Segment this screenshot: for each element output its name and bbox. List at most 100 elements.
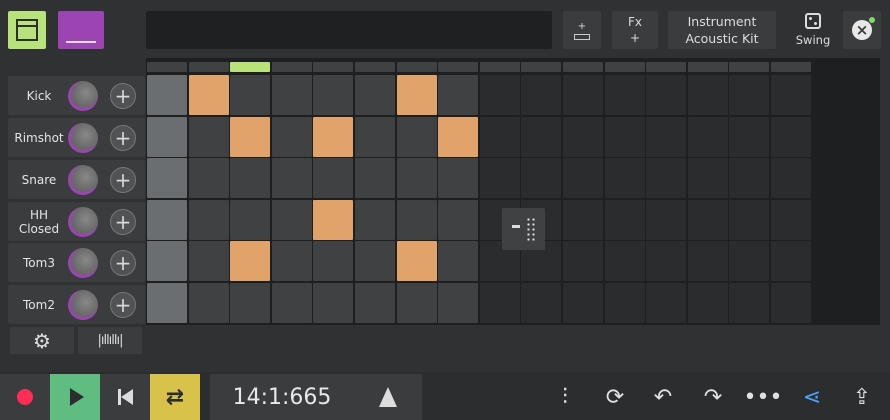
step-cell[interactable] — [355, 283, 395, 323]
step-cell[interactable] — [355, 199, 395, 240]
step-cell[interactable] — [396, 241, 437, 282]
step-cell[interactable] — [396, 116, 437, 157]
step-cell[interactable] — [687, 199, 728, 240]
beat-grid-popup[interactable] — [502, 208, 545, 250]
step-cell[interactable] — [396, 199, 437, 240]
step-header-9[interactable] — [479, 62, 520, 72]
step-cell[interactable] — [438, 116, 479, 157]
loop-button[interactable]: ⇄ — [150, 374, 200, 420]
volume-knob[interactable] — [68, 165, 98, 195]
metronome-button[interactable] — [354, 374, 422, 420]
step-cell[interactable] — [396, 283, 437, 323]
instrument-selector-button[interactable]: Instrument Acoustic Kit — [668, 11, 776, 49]
step-cell[interactable] — [771, 116, 811, 157]
step-header-12[interactable] — [604, 62, 645, 72]
track-name[interactable]: Tom2 — [10, 285, 68, 324]
track-name[interactable]: HH Closed — [10, 202, 68, 241]
track-name[interactable]: Snare — [10, 160, 68, 199]
step-cell[interactable] — [687, 241, 728, 282]
step-cell[interactable] — [147, 75, 187, 115]
fx-button[interactable]: Fx + — [612, 11, 658, 49]
step-cell[interactable] — [230, 75, 271, 115]
step-cell[interactable] — [646, 75, 687, 115]
step-cell[interactable] — [771, 158, 811, 199]
swing-button[interactable]: Swing — [790, 11, 836, 49]
step-cell[interactable] — [604, 241, 645, 282]
step-cell[interactable] — [271, 116, 312, 157]
step-header-6[interactable] — [355, 62, 395, 72]
step-cell[interactable] — [313, 199, 354, 240]
redo-button[interactable]: ↷ — [693, 374, 733, 420]
settings-button[interactable]: ⚙ — [10, 327, 74, 354]
step-header-16[interactable] — [771, 62, 811, 72]
step-cell[interactable] — [687, 75, 728, 115]
add-circle-icon[interactable]: + — [110, 292, 136, 318]
step-cell[interactable] — [147, 241, 187, 282]
mixer-button[interactable]: ⫶ — [545, 374, 585, 420]
step-header-4[interactable] — [271, 62, 312, 72]
step-cell[interactable] — [438, 158, 479, 199]
step-cell[interactable] — [230, 199, 271, 240]
step-cell[interactable] — [230, 116, 271, 157]
step-cell[interactable] — [729, 116, 770, 157]
step-cell[interactable] — [646, 116, 687, 157]
add-circle-icon[interactable]: + — [110, 250, 136, 276]
step-cell[interactable] — [147, 116, 187, 157]
step-cell[interactable] — [771, 75, 811, 115]
step-header-2[interactable] — [188, 62, 229, 72]
step-sequencer-grid[interactable] — [146, 58, 880, 325]
track-row-snare[interactable]: Snare + — [8, 160, 145, 199]
step-cell[interactable] — [188, 199, 229, 240]
record-button[interactable] — [0, 374, 50, 420]
pattern-name-field[interactable] — [146, 11, 552, 49]
step-cell[interactable] — [188, 75, 229, 115]
track-name[interactable]: Kick — [10, 76, 68, 115]
step-cell[interactable] — [271, 199, 312, 240]
track-name[interactable]: Rimshot — [10, 118, 68, 157]
step-header-15[interactable] — [729, 62, 770, 72]
step-cell[interactable] — [188, 116, 229, 157]
track-row-tom3[interactable]: Tom3 + — [8, 243, 145, 282]
step-cell[interactable] — [687, 158, 728, 199]
volume-knob[interactable] — [68, 248, 98, 278]
waveform-button[interactable]: |ıllıllı| — [78, 327, 142, 354]
track-row-kick[interactable]: Kick + — [8, 76, 145, 115]
step-cell[interactable] — [521, 116, 562, 157]
step-header-13[interactable] — [646, 62, 687, 72]
step-cell[interactable] — [521, 75, 562, 115]
step-header-8[interactable] — [438, 62, 479, 72]
step-cell[interactable] — [729, 241, 770, 282]
step-cell[interactable] — [479, 116, 520, 157]
step-cell[interactable] — [355, 241, 395, 282]
step-cell[interactable] — [771, 199, 811, 240]
step-cell[interactable] — [271, 158, 312, 199]
step-cell[interactable] — [604, 116, 645, 157]
step-cell[interactable] — [729, 199, 770, 240]
step-cell[interactable] — [604, 199, 645, 240]
step-cell[interactable] — [687, 283, 728, 323]
track-color-swatch[interactable] — [58, 11, 104, 49]
step-cell[interactable] — [521, 283, 562, 323]
step-cell[interactable] — [604, 283, 645, 323]
step-cell[interactable] — [646, 241, 687, 282]
step-cell[interactable] — [563, 241, 603, 282]
more-button[interactable]: ••• — [743, 374, 783, 420]
step-cell[interactable] — [271, 283, 312, 323]
step-cell[interactable] — [604, 75, 645, 115]
step-cell[interactable] — [563, 75, 603, 115]
step-cell[interactable] — [147, 283, 187, 323]
step-header-1[interactable] — [147, 62, 187, 72]
step-cell[interactable] — [230, 283, 271, 323]
step-cell[interactable] — [563, 158, 603, 199]
step-cell[interactable] — [271, 241, 312, 282]
step-cell[interactable] — [646, 199, 687, 240]
export-button[interactable]: ⇪ — [842, 374, 882, 420]
add-circle-icon[interactable]: + — [110, 209, 136, 235]
step-cell[interactable] — [479, 158, 520, 199]
close-button[interactable]: × — [843, 11, 881, 49]
step-cell[interactable] — [687, 116, 728, 157]
step-cell[interactable] — [313, 241, 354, 282]
add-bar-button[interactable]: + — [563, 11, 601, 49]
step-cell[interactable] — [188, 283, 229, 323]
step-cell[interactable] — [729, 158, 770, 199]
